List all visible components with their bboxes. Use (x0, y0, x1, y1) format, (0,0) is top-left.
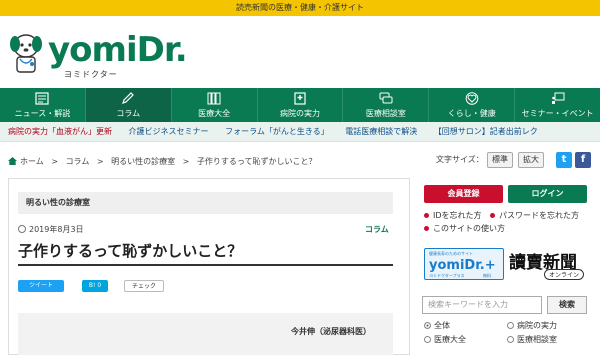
article-author: 今井伸（泌尿器科医） (291, 327, 371, 336)
nav-item-label: ニュース・解説 (14, 109, 71, 118)
logo-subtitle: ヨミドクター (64, 70, 118, 79)
radio-hospital[interactable]: 病院の実力 (507, 320, 557, 331)
article-date-text: 2019年8月3日 (29, 225, 84, 234)
site-logo[interactable]: yomiDr. ヨミドクター (8, 30, 188, 80)
news-ticker: 病院の実力「血液がん」更新 介護ビジネスセミナー フォーラム「がんと生きる」 電… (0, 122, 600, 142)
radio-dot (424, 336, 431, 343)
nav-item-lifestyle[interactable]: くらし・健康 (429, 88, 516, 122)
text-size-large-button[interactable]: 拡大 (518, 152, 544, 168)
hospital-icon (294, 92, 306, 105)
presentation-icon (551, 92, 565, 104)
nav-item-news[interactable]: ニュース・解説 (0, 88, 86, 122)
heart-icon (465, 92, 479, 105)
ticker-link[interactable]: 病院の実力「血液がん」更新 (8, 127, 112, 136)
search-button[interactable]: 検索 (547, 296, 587, 314)
plus-subtitle: ヨミドクタープラス (429, 273, 465, 278)
hatena-label: B! (88, 282, 96, 289)
facebook-icon[interactable]: f (575, 152, 591, 168)
article-category[interactable]: 明るい性の診療室 (18, 192, 393, 214)
nav-item-label: 医療相談室 (365, 109, 406, 118)
breadcrumb-separator: > (182, 157, 190, 166)
breadcrumb-home[interactable]: ホーム (20, 157, 44, 166)
radio-dot (507, 336, 514, 343)
radio-label: 医療相談室 (517, 335, 557, 344)
home-icon (8, 157, 17, 165)
article-date: 2019年8月3日 (18, 224, 84, 235)
yomiuri-online-banner[interactable]: 讀賣新聞 オンライン (507, 248, 591, 280)
nav-item-column[interactable]: コラム (85, 88, 172, 122)
radio-label: 全体 (434, 321, 450, 330)
ticker-link[interactable]: フォーラム「がんと生きる」 (225, 127, 329, 136)
forgot-password-link[interactable]: パスワードを忘れた方 (490, 210, 579, 221)
newspaper-icon (35, 92, 50, 105)
breadcrumb: ホーム > コラム > 明るい性の診療室 > 子作りするって恥ずかしいこと？ (8, 156, 322, 167)
ticker-link[interactable]: 【回想サロン】記者出前レク (434, 127, 538, 136)
mixi-check-button[interactable]: チェック (124, 280, 164, 292)
clock-icon (18, 225, 26, 233)
nav-item-consultation[interactable]: 医療相談室 (343, 88, 430, 122)
plus-free-badge: 無料 (483, 273, 491, 278)
text-size-normal-button[interactable]: 標準 (487, 152, 513, 168)
login-button[interactable]: ログイン (508, 185, 587, 203)
site-guide-link[interactable]: このサイトの使い方 (424, 223, 505, 234)
yomidr-plus-banner[interactable]: 健康長寿のためのサイト yomiDr.+ ヨミドクタープラス 無料 (424, 248, 504, 280)
search-input[interactable]: 検索キーワードを入力 (422, 296, 542, 314)
register-button[interactable]: 会員登録 (424, 185, 503, 203)
hatena-bookmark-button[interactable]: B! 0 (82, 280, 108, 292)
check-label: チェック (131, 283, 156, 290)
yomiuri-online-badge: オンライン (544, 269, 585, 280)
column-label[interactable]: コラム (365, 224, 389, 235)
radio-all[interactable]: 全体 (424, 320, 450, 331)
breadcrumb-column[interactable]: コラム (66, 157, 90, 166)
nav-item-label: くらし・健康 (447, 109, 496, 118)
radio-label: 医療大全 (434, 335, 466, 344)
radio-consultation[interactable]: 医療相談室 (507, 334, 557, 345)
radio-dot (424, 322, 431, 329)
breadcrumb-category[interactable]: 明るい性の診療室 (111, 157, 175, 166)
pen-icon (122, 92, 135, 104)
nav-item-encyclopedia[interactable]: 医療大全 (172, 88, 258, 122)
ticker-link[interactable]: 電話医療相談で解決 (345, 127, 417, 136)
hatena-count: 0 (97, 282, 102, 289)
title-divider (18, 264, 393, 266)
breadcrumb-separator: > (96, 157, 104, 166)
logo-wordmark: yomiDr. (48, 30, 188, 70)
nav-item-seminar[interactable]: セミナー・イベント (515, 88, 600, 122)
book-icon (207, 92, 221, 105)
chat-icon (379, 92, 393, 104)
tweet-label: ツイート (28, 282, 53, 289)
plus-wordmark: yomiDr.+ (429, 258, 496, 273)
radio-label: 病院の実力 (517, 321, 557, 330)
radio-encyclopedia[interactable]: 医療大全 (424, 334, 466, 345)
article-title: 子作りするって恥ずかしいこと？ (18, 242, 243, 260)
tweet-button[interactable]: ツイート (18, 280, 64, 292)
main-nav: ニュース・解説 コラム 医療大全 病院の実力 医療相談室 くらし・健康 セミナー… (0, 88, 600, 122)
forgot-id-link[interactable]: IDを忘れた方 (424, 210, 482, 221)
plus-tagline: 健康長寿のためのサイト (429, 251, 473, 256)
nav-item-label: コラム (116, 109, 141, 118)
text-size-label: 文字サイズ： (436, 155, 484, 164)
nav-item-label: 病院の実力 (280, 109, 320, 118)
twitter-icon[interactable]: t (556, 152, 572, 168)
radio-dot (507, 322, 514, 329)
nav-item-label: 医療大全 (198, 109, 231, 118)
nav-item-label: セミナー・イベント (521, 109, 594, 118)
doctor-dog-mascot-icon (10, 34, 42, 73)
nav-item-hospital[interactable]: 病院の実力 (258, 88, 344, 122)
ticker-link[interactable]: 介護ビジネスセミナー (129, 127, 209, 136)
breadcrumb-separator: > (51, 157, 59, 166)
top-banner: 読売新聞の医療・健康・介護サイト (0, 0, 600, 16)
breadcrumb-current: 子作りするって恥ずかしいこと？ (196, 157, 317, 166)
